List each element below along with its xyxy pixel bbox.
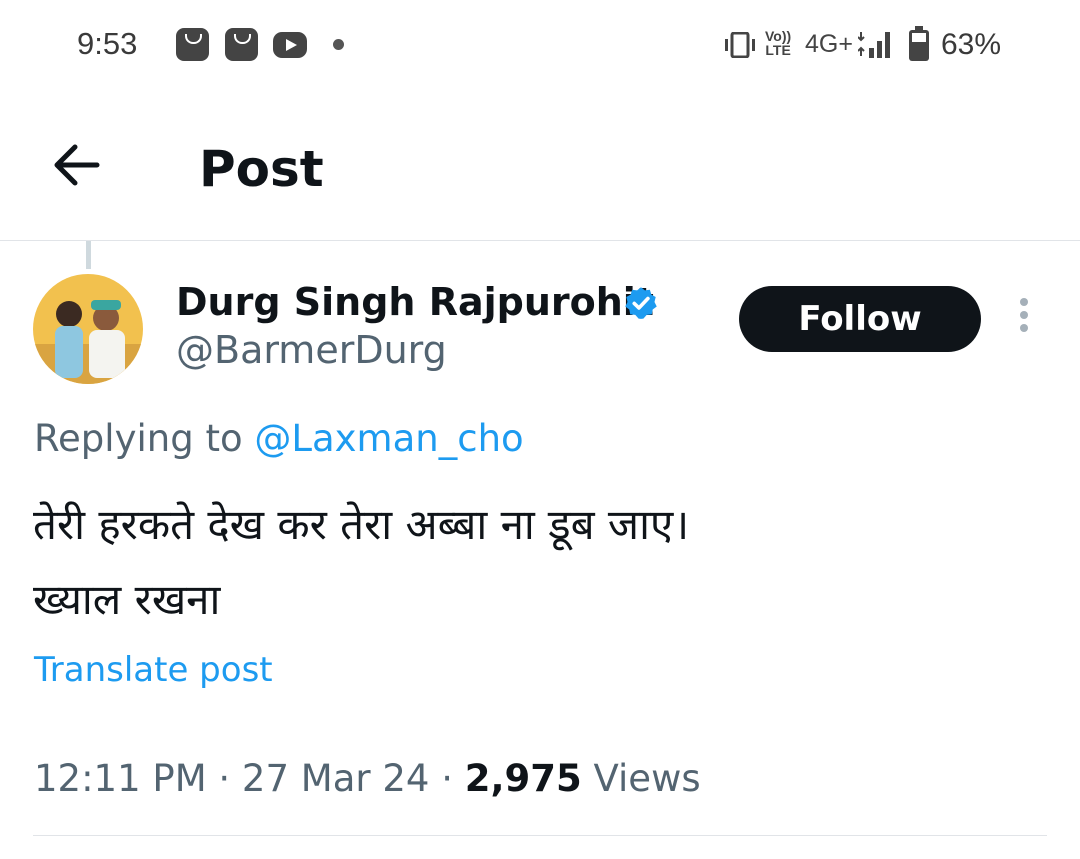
volte-bottom-label: LTE — [765, 42, 791, 58]
battery-percent: 63% — [941, 28, 1002, 61]
replying-prefix: Replying to — [34, 417, 243, 460]
top-nav: Post — [0, 110, 1080, 240]
translate-post-link[interactable]: Translate post — [34, 650, 273, 690]
network-type: 4G+ — [805, 30, 853, 58]
post-text-line-1: तेरी हरकते देख कर तेरा अब्बा ना डूब जाए। — [33, 500, 690, 549]
author-name[interactable]: Durg Singh Rajpurohit — [176, 280, 654, 324]
author-handle[interactable]: @BarmerDurg — [176, 328, 447, 372]
post-date: 27 Mar 24 — [241, 757, 430, 800]
signal-icon — [858, 32, 890, 58]
post-meta: 12:11 PM · 27 Mar 24 · 2,975 Views — [34, 757, 701, 800]
verified-badge-icon — [625, 287, 657, 319]
status-bar: 9:53 Vo)) LTE 4G+ 63% — [0, 0, 1080, 90]
dot-icon — [333, 39, 344, 50]
more-vertical-icon[interactable] — [1014, 298, 1034, 338]
post-time: 12:11 PM — [34, 757, 207, 800]
meta-separator: · — [441, 757, 453, 800]
shopping-bag-icon — [176, 28, 209, 61]
page-title: Post — [199, 140, 324, 198]
arrow-left-icon[interactable] — [45, 138, 109, 192]
follow-button[interactable]: Follow — [739, 286, 981, 352]
volte-top-label: Vo)) — [765, 28, 792, 44]
battery-icon — [909, 26, 929, 61]
thread-connector — [86, 241, 91, 269]
status-time: 9:53 — [77, 26, 138, 61]
bottom-divider — [33, 835, 1047, 836]
youtube-icon — [273, 32, 307, 58]
views-label: Views — [593, 757, 701, 800]
views-count[interactable]: 2,975 — [465, 757, 582, 800]
vibrate-icon — [725, 32, 755, 58]
avatar-photo — [33, 274, 143, 384]
shopping-bag-icon — [225, 28, 258, 61]
header-divider — [0, 240, 1080, 241]
volte-icon: Vo)) LTE — [765, 29, 791, 57]
replying-to: Replying to @Laxman_cho — [34, 417, 524, 460]
reply-mention-link[interactable]: @Laxman_cho — [254, 417, 523, 460]
avatar[interactable] — [33, 274, 143, 384]
post-text-line-2: ख्याल रखना — [33, 575, 221, 624]
meta-separator: · — [218, 757, 231, 800]
